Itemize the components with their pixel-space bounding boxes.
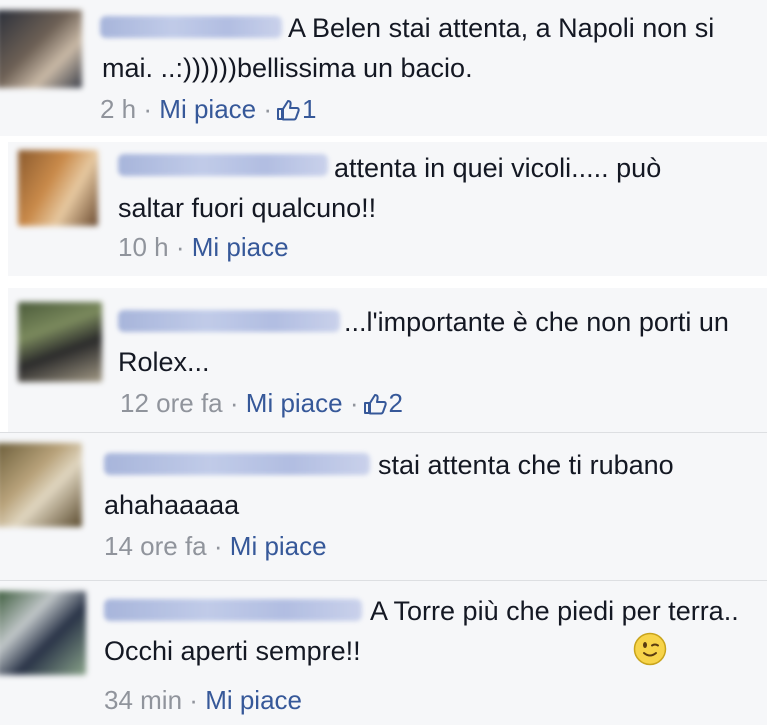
comment-meta: 12 ore fa · Mi piace · 2 [120, 388, 403, 421]
comment-text: A Torre più che piedi per terra.. Occhi … [104, 591, 744, 677]
comment-time[interactable]: 34 min [104, 685, 182, 715]
comment-1: A Belen stai attenta, a Napoli non si ma… [0, 0, 767, 136]
comment-text: ...l'importante è che non porti un Rolex… [118, 307, 729, 377]
avatar[interactable] [18, 150, 98, 226]
comment-time[interactable]: 14 ore fa [104, 531, 207, 561]
avatar[interactable] [0, 10, 82, 88]
like-link[interactable]: Mi piace [230, 531, 327, 561]
comment-meta: 14 ore fa · Mi piace [104, 531, 327, 561]
like-count[interactable]: 1 [302, 94, 316, 124]
comment-time[interactable]: 2 h [100, 94, 136, 124]
wink-smiley-icon [367, 632, 667, 677]
like-link[interactable]: Mi piace [159, 94, 256, 124]
comment-2: attenta in quei vicoli..... può saltar f… [0, 136, 767, 276]
like-link[interactable]: Mi piace [246, 388, 343, 418]
comment-meta: 34 min · Mi piace [104, 685, 303, 715]
avatar[interactable] [18, 302, 102, 382]
avatar[interactable] [0, 591, 86, 675]
comment-text: stai attenta che ti rubano ahahaaaaa [104, 450, 674, 520]
like-link[interactable]: Mi piace [192, 232, 289, 262]
comment-4: stai attenta che ti rubano ahahaaaaa 14 … [0, 433, 767, 580]
like-count[interactable]: 2 [389, 388, 403, 418]
avatar[interactable] [0, 443, 82, 527]
comment-meta: 2 h · Mi piace · 1 [100, 94, 317, 127]
comment-time[interactable]: 10 h [118, 232, 169, 262]
thumbs-up-icon[interactable] [363, 391, 387, 421]
comment-5: A Torre più che piedi per terra.. Occhi … [0, 581, 767, 725]
comment-time[interactable]: 12 ore fa [120, 388, 223, 418]
like-link[interactable]: Mi piace [205, 685, 302, 715]
comment-text: attenta in quei vicoli..... può saltar f… [118, 153, 662, 223]
comment-meta: 10 h · Mi piace [118, 232, 289, 262]
comment-3: ...l'importante è che non porti un Rolex… [0, 276, 767, 432]
thumbs-up-icon[interactable] [276, 97, 300, 127]
comment-text: A Belen stai attenta, a Napoli non si ma… [102, 13, 715, 83]
